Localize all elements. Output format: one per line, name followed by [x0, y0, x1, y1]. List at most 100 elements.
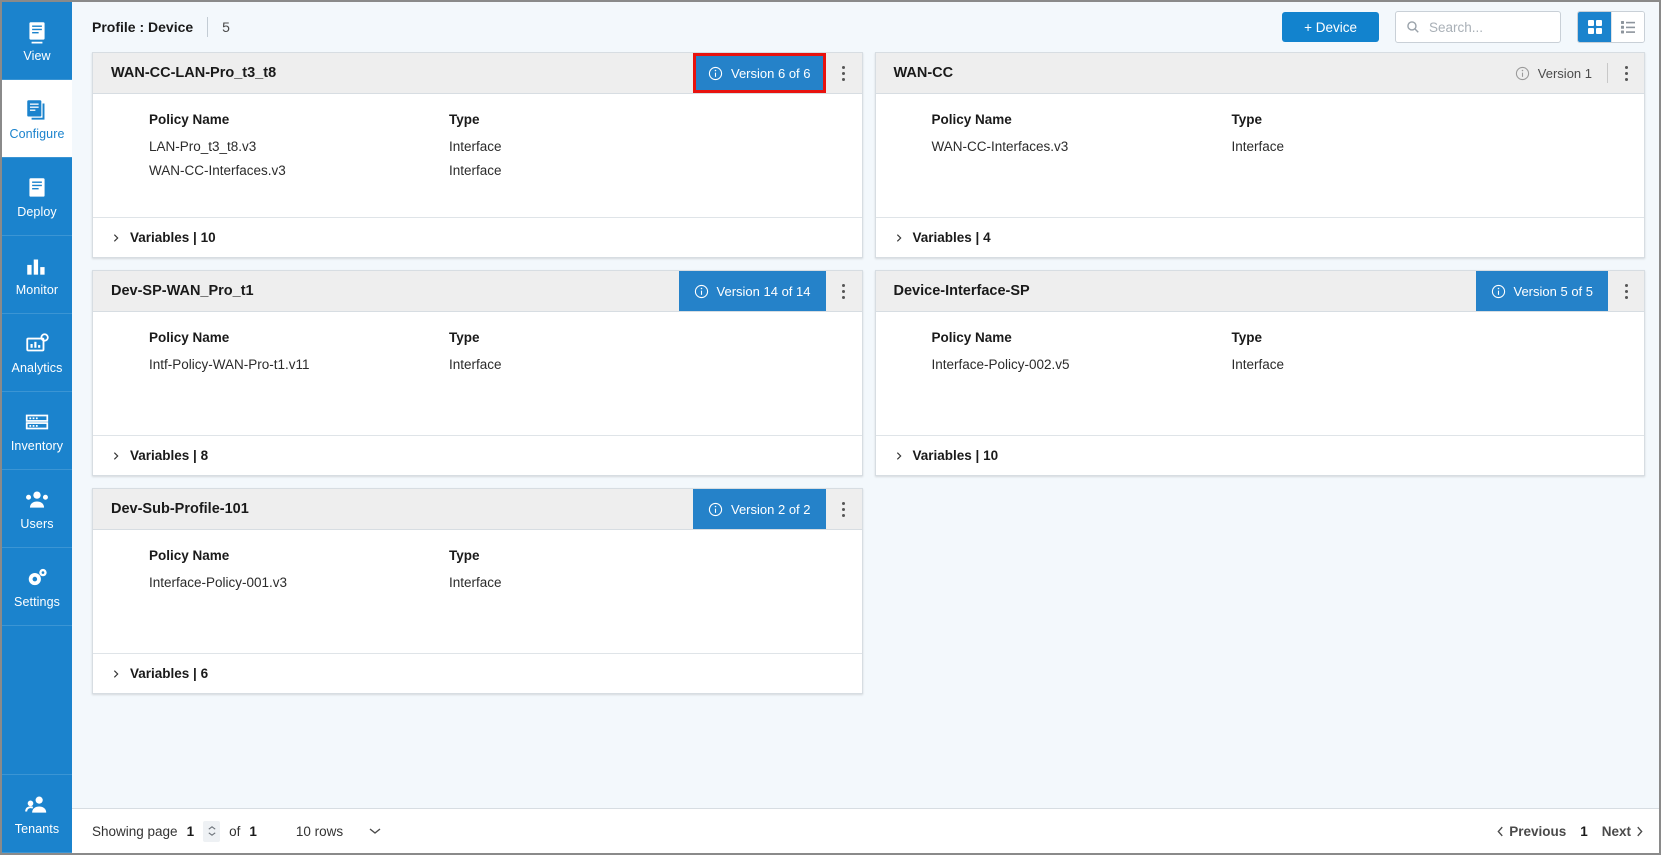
sidebar-item-deploy[interactable]: Deploy	[2, 158, 72, 236]
sidebar-item-users[interactable]: Users	[2, 470, 72, 548]
kebab-dot	[1624, 71, 1628, 75]
previous-page-button[interactable]: Previous	[1497, 824, 1566, 839]
card-title: Dev-SP-WAN_Pro_t1	[111, 283, 254, 299]
showing-page-label: Showing page	[92, 823, 178, 839]
grid-view-button[interactable]	[1578, 12, 1611, 42]
sidebar-item-label: Monitor	[15, 282, 59, 297]
sidebar-item-view[interactable]: View	[2, 2, 72, 80]
kebab-dot	[842, 71, 845, 75]
kebab-dot	[842, 501, 845, 505]
card-body: Policy Name Type Intf-Policy-WAN-Pro-t1.…	[93, 312, 862, 435]
column-policy-name: Policy Name	[149, 112, 230, 127]
gears-icon	[24, 565, 50, 591]
profile-card: WAN-CC Version 1 Policy Name Type WAN-CC…	[874, 52, 1645, 258]
variables-toggle[interactable]: Variables | 8	[93, 435, 862, 475]
policy-type-value: Interface	[449, 357, 502, 372]
chevron-right-icon	[111, 669, 121, 679]
sidebar-item-configure[interactable]: Configure	[2, 80, 72, 158]
kebab-dot	[842, 77, 845, 81]
main-sidebar: View Configure Deploy Monitor Analytics …	[2, 2, 72, 853]
card-header: WAN-CC-LAN-Pro_t3_t8 Version 6 of 6	[93, 53, 862, 94]
of-label: of	[229, 823, 241, 839]
search-box[interactable]	[1395, 11, 1561, 43]
next-page-button[interactable]: Next	[1602, 824, 1643, 839]
sidebar-item-tenants[interactable]: Tenants	[2, 775, 72, 853]
policy-type-value: Interface	[449, 163, 502, 178]
card-title: WAN-CC-LAN-Pro_t3_t8	[111, 65, 277, 81]
column-policy-name: Policy Name	[149, 330, 230, 345]
version-badge[interactable]: Version 2 of 2	[693, 489, 826, 529]
kebab-dot	[1624, 283, 1628, 287]
rows-per-page-select[interactable]: 10 rows	[296, 824, 381, 839]
breadcrumb-divider	[207, 17, 209, 37]
profile-card: Device-Interface-SP Version 5 of 5 Polic…	[874, 270, 1645, 476]
version-badge[interactable]: Version 14 of 14	[678, 271, 826, 311]
version-label: Version 2 of 2	[731, 501, 811, 517]
card-menu-button[interactable]	[1608, 271, 1644, 311]
variables-label: Variables | 4	[912, 230, 991, 245]
card-body: Policy Name Type LAN-Pro_t3_t8.v3 Interf…	[93, 94, 862, 217]
sidebar-item-label: Deploy	[17, 204, 57, 219]
stepper-down-icon	[208, 832, 216, 836]
next-label: Next	[1601, 823, 1631, 839]
kebab-dot	[1624, 77, 1628, 81]
analytics-icon	[24, 331, 50, 357]
page-number-button[interactable]: 1	[1580, 824, 1588, 839]
version-badge[interactable]: Version 1	[1500, 53, 1607, 93]
cards-column-left: WAN-CC-LAN-Pro_t3_t8 Version 6 of 6 Poli…	[92, 52, 863, 694]
variables-toggle[interactable]: Variables | 10	[875, 435, 1644, 475]
version-badge[interactable]: Version 5 of 5	[1475, 271, 1608, 311]
variables-toggle[interactable]: Variables | 10	[93, 217, 862, 257]
add-device-button[interactable]: + Device	[1282, 12, 1379, 42]
pagination-right: Previous 1 Next	[1497, 824, 1643, 839]
policy-type-value: Interface	[1231, 139, 1285, 154]
page-stepper[interactable]	[203, 820, 221, 842]
column-type: Type	[449, 330, 480, 345]
kebab-dot	[842, 283, 845, 287]
version-label: Version 14 of 14	[716, 283, 811, 299]
list-view-button[interactable]	[1611, 12, 1644, 42]
column-policy-name: Policy Name	[931, 112, 1012, 127]
variables-label: Variables | 10	[912, 448, 999, 463]
variables-toggle[interactable]: Variables | 6	[93, 653, 862, 693]
card-menu-button[interactable]	[826, 489, 862, 529]
sidebar-item-settings[interactable]: Settings	[2, 548, 72, 626]
profile-count: 5	[222, 19, 230, 35]
sidebar-item-monitor[interactable]: Monitor	[2, 236, 72, 314]
version-badge[interactable]: Version 6 of 6	[693, 53, 826, 93]
variables-toggle[interactable]: Variables | 4	[875, 217, 1644, 257]
variables-label: Variables | 6	[130, 666, 209, 681]
kebab-dot	[842, 295, 845, 299]
policy-type-value: Interface	[449, 139, 502, 154]
sidebar-item-inventory[interactable]: Inventory	[2, 392, 72, 470]
card-menu-button[interactable]	[826, 271, 862, 311]
policy-table-header: Policy Name Type	[932, 330, 1645, 345]
policy-row: WAN-CC-Interfaces.v3 Interface	[149, 163, 862, 178]
policy-table-header: Policy Name Type	[932, 112, 1645, 127]
sidebar-item-label: Configure	[9, 126, 65, 141]
app-window: View Configure Deploy Monitor Analytics …	[0, 0, 1661, 855]
card-menu-button[interactable]	[826, 53, 862, 93]
policy-type-value: Interface	[449, 575, 502, 590]
chevron-right-icon	[894, 233, 904, 243]
card-title: Device-Interface-SP	[893, 283, 1030, 299]
card-title: Dev-Sub-Profile-101	[111, 501, 249, 517]
policy-name-value: WAN-CC-Interfaces.v3	[931, 139, 1069, 154]
documents-icon	[24, 97, 50, 123]
current-page-value: 1	[186, 823, 195, 839]
info-icon	[1515, 66, 1530, 81]
profile-card: WAN-CC-LAN-Pro_t3_t8 Version 6 of 6 Poli…	[92, 52, 863, 258]
inventory-icon	[24, 409, 50, 435]
sidebar-item-analytics[interactable]: Analytics	[2, 314, 72, 392]
policy-row: Interface-Policy-002.v5 Interface	[932, 357, 1645, 372]
column-type: Type	[449, 112, 480, 127]
policy-row: WAN-CC-Interfaces.v3 Interface	[932, 139, 1645, 154]
card-title: WAN-CC	[893, 65, 954, 81]
card-menu-button[interactable]	[1608, 53, 1644, 93]
toolbar-actions: + Device	[1282, 11, 1645, 43]
search-input[interactable]	[1429, 19, 1550, 35]
profile-cards-content: WAN-CC-LAN-Pro_t3_t8 Version 6 of 6 Poli…	[72, 52, 1659, 808]
chevron-right-icon	[1637, 826, 1643, 836]
chevron-right-icon	[111, 451, 121, 461]
policy-table-header: Policy Name Type	[149, 330, 862, 345]
